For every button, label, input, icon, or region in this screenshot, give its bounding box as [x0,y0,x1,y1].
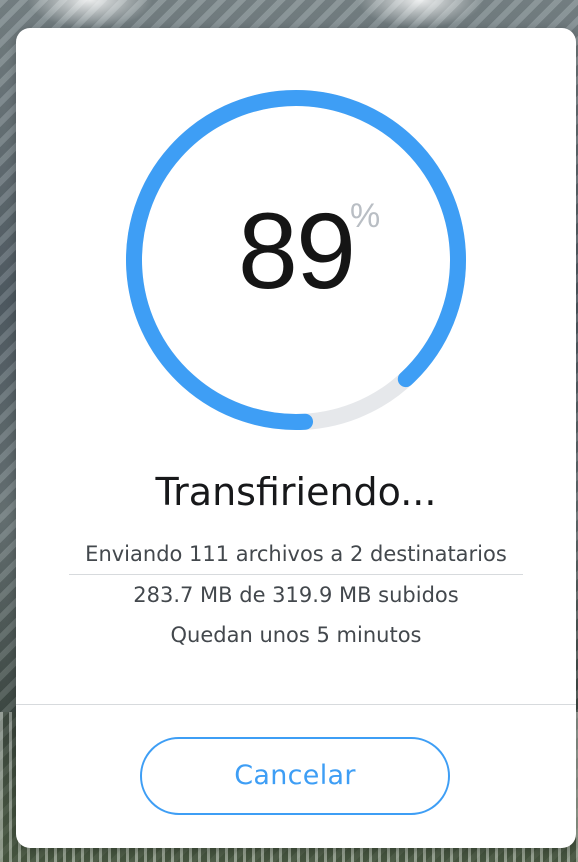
time-remaining-text: Quedan unos 5 minutos [170,623,422,647]
percent-sign: % [350,197,381,235]
upload-size-text: 283.7 MB de 319.9 MB subidos [133,583,459,607]
progress-ring: 89 % [122,86,470,434]
transfer-details: Enviando 111 archivos a 2 destinatarios … [16,534,576,655]
footer-divider [16,704,576,705]
status-title: Transfiriendo... [155,470,437,514]
progress-percent-value: 89 [237,190,356,311]
transfer-dialog: 89 % Transfiriendo... Enviando 111 archi… [16,28,576,848]
files-recipients-text: Enviando 111 archivos a 2 destinatarios [85,542,507,566]
cancel-button[interactable]: Cancelar [140,737,450,815]
